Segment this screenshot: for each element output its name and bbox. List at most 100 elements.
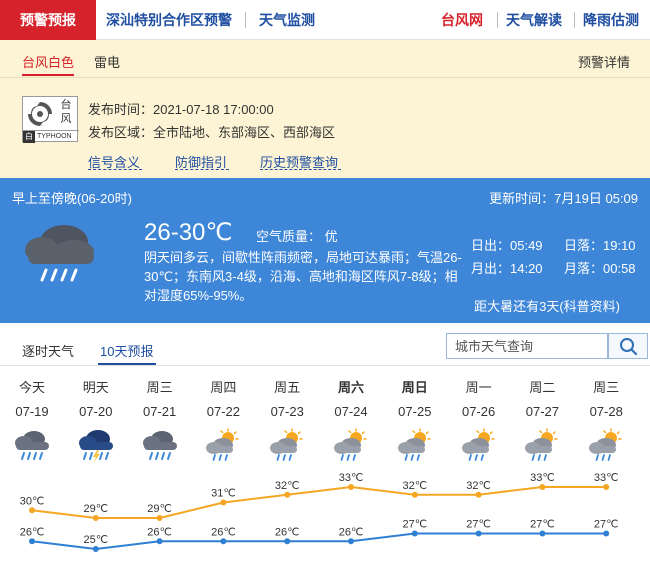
typhoon-swirl-icon xyxy=(28,102,52,126)
sun-rain-icon xyxy=(203,428,243,462)
divider xyxy=(0,365,650,366)
day-date: 07-27 xyxy=(525,404,560,419)
nav-tab-weather-analysis[interactable]: 天气解读 xyxy=(506,0,562,40)
search-icon xyxy=(620,338,638,356)
warning-detail-link[interactable]: 预警详情 xyxy=(578,52,630,71)
low-temp-point xyxy=(411,530,418,537)
issue-area-row: 发布区域：全市陆地、东部海区、西部海区 xyxy=(88,122,335,141)
low-temp-point xyxy=(92,546,99,552)
low-temp-point xyxy=(539,530,546,537)
day-weekday: 明天 xyxy=(82,380,109,395)
high-temp-label: 33℃ xyxy=(594,472,619,484)
high-temp-point xyxy=(411,491,418,498)
sun-rain-icon xyxy=(267,428,307,462)
high-temp-label: 30℃ xyxy=(20,495,45,507)
warning-tab-typhoon-white[interactable]: 台风白色 xyxy=(22,52,74,71)
tab-hourly[interactable]: 逐时天气 xyxy=(22,341,74,360)
nav-divider xyxy=(574,12,575,28)
high-temp-point xyxy=(220,499,227,506)
day-date: 07-19 xyxy=(15,404,49,419)
day-weekday: 周四 xyxy=(210,380,237,395)
day-weekday: 周一 xyxy=(465,380,492,395)
warning-tab-lightning[interactable]: 雷电 xyxy=(94,52,120,71)
high-temp-point xyxy=(603,484,610,490)
moonset-time: 月落：00:58 xyxy=(564,261,636,276)
solar-term-note-link[interactable]: 距大暑还有3天(科普资料) xyxy=(474,296,620,315)
day-weekday: 周三 xyxy=(146,380,173,395)
nav-divider xyxy=(497,12,498,28)
nav-divider xyxy=(245,12,246,28)
high-temp-label: 32℃ xyxy=(466,480,491,492)
low-temp-label: 25℃ xyxy=(84,534,109,546)
low-temp-label: 27℃ xyxy=(530,519,555,531)
nav-tab-shenshan-warning[interactable]: 深汕特别合作区预警 xyxy=(106,0,232,40)
defense-guide-link[interactable]: 防御指引 xyxy=(175,152,229,171)
low-temp-label: 26℃ xyxy=(147,526,172,538)
sun-rain-icon xyxy=(459,428,499,462)
high-temp-point xyxy=(92,515,99,521)
issue-area-label: 发布区域： xyxy=(88,125,154,140)
high-temp-point xyxy=(539,484,546,490)
day-weekday: 周五 xyxy=(274,380,301,395)
day-date: 07-26 xyxy=(461,404,496,419)
low-temp-label: 26℃ xyxy=(339,526,364,538)
day-weekday: 周日 xyxy=(401,380,428,395)
high-temp-point xyxy=(348,484,354,490)
low-temp-label: 26℃ xyxy=(20,526,45,538)
high-temp-point xyxy=(156,515,163,521)
low-temp-point xyxy=(348,538,354,545)
high-temp-line xyxy=(31,485,607,519)
high-temp-label: 33℃ xyxy=(530,472,555,484)
low-temp-line xyxy=(31,532,607,551)
sun-rain-icon xyxy=(586,428,626,462)
high-temp-label: 32℃ xyxy=(275,480,300,492)
low-temp-point xyxy=(156,538,163,545)
issue-area-value: 全市陆地、东部海区、西部海区 xyxy=(153,125,336,140)
tab-10-day[interactable]: 10天预报 xyxy=(100,341,153,360)
high-temp-point xyxy=(29,507,35,514)
sunrise-time: 日出：05:49 xyxy=(471,238,543,253)
moonrise-time: 月出：14:20 xyxy=(471,261,543,276)
forecast-description: 阴天间多云，间歇性阵雨频密，局地可达暴雨；气温26-30℃；东南风3-4级，沿海… xyxy=(144,250,462,303)
signal-meaning-link[interactable]: 信号含义 xyxy=(88,152,142,171)
low-temp-point xyxy=(29,538,35,545)
nav-tab-weather-monitor[interactable]: 天气监测 xyxy=(259,0,315,40)
day-weekday: 周三 xyxy=(593,380,620,395)
badge-characters: 台 风 xyxy=(60,99,72,125)
nav-tab-rain-estimate[interactable]: 降雨估测 xyxy=(583,0,639,40)
low-temp-label: 27℃ xyxy=(594,519,619,531)
low-temp-label: 26℃ xyxy=(275,526,300,538)
forecast-period: 早上至傍晚(06-20时) xyxy=(12,191,132,206)
badge-footer: 白 TYPHOON xyxy=(23,130,79,143)
high-temp-label: 31℃ xyxy=(211,488,236,500)
nav-tab-warning-forecast[interactable]: 预警预报 xyxy=(0,0,96,40)
issue-time-row: 发布时间：2021-07-18 17:00:00 xyxy=(88,99,274,118)
sun-rain-icon xyxy=(331,428,371,462)
day-date: 07-22 xyxy=(206,404,241,419)
air-quality: 空气质量： 优 xyxy=(256,229,338,244)
typhoon-warning-badge-icon: 台 风 白 TYPHOON xyxy=(22,96,79,143)
low-temp-point xyxy=(220,538,227,545)
high-temp-label: 33℃ xyxy=(339,472,364,484)
top-nav: 预警预报 深汕特别合作区预警 天气监测 台风网 天气解读 降雨估测 xyxy=(0,0,650,40)
city-search-input[interactable] xyxy=(446,333,608,359)
active-tab-underline xyxy=(22,74,74,76)
day-weekday: 今天 xyxy=(18,380,45,395)
day-date: 07-20 xyxy=(79,404,113,419)
history-warning-link[interactable]: 历史预警查询 xyxy=(260,152,341,171)
high-temp-point xyxy=(284,491,291,498)
rain-cloud-icon xyxy=(12,428,52,462)
nav-tab-typhoon-net[interactable]: 台风网 xyxy=(441,0,483,40)
rain-cloud-icon xyxy=(140,428,180,462)
high-temp-label: 29℃ xyxy=(147,503,172,515)
high-temp-label: 32℃ xyxy=(403,480,428,492)
low-temp-point xyxy=(475,530,482,537)
search-button[interactable] xyxy=(608,333,648,359)
day-date: 07-21 xyxy=(142,404,177,419)
temperature-chart: 30℃ 29℃ 29℃ 31℃ 32℃ 33℃ 32℃ 32℃ 33℃ 33℃ 26℃ 25℃ 26℃ 2… xyxy=(20,472,619,552)
high-temp-point xyxy=(475,491,482,498)
day-date: 07-23 xyxy=(270,404,304,419)
day-date: 07-25 xyxy=(398,404,432,419)
issue-time-value: 2021-07-18 17:00:00 xyxy=(153,102,274,117)
temperature-range: 26-30℃ xyxy=(144,219,233,246)
